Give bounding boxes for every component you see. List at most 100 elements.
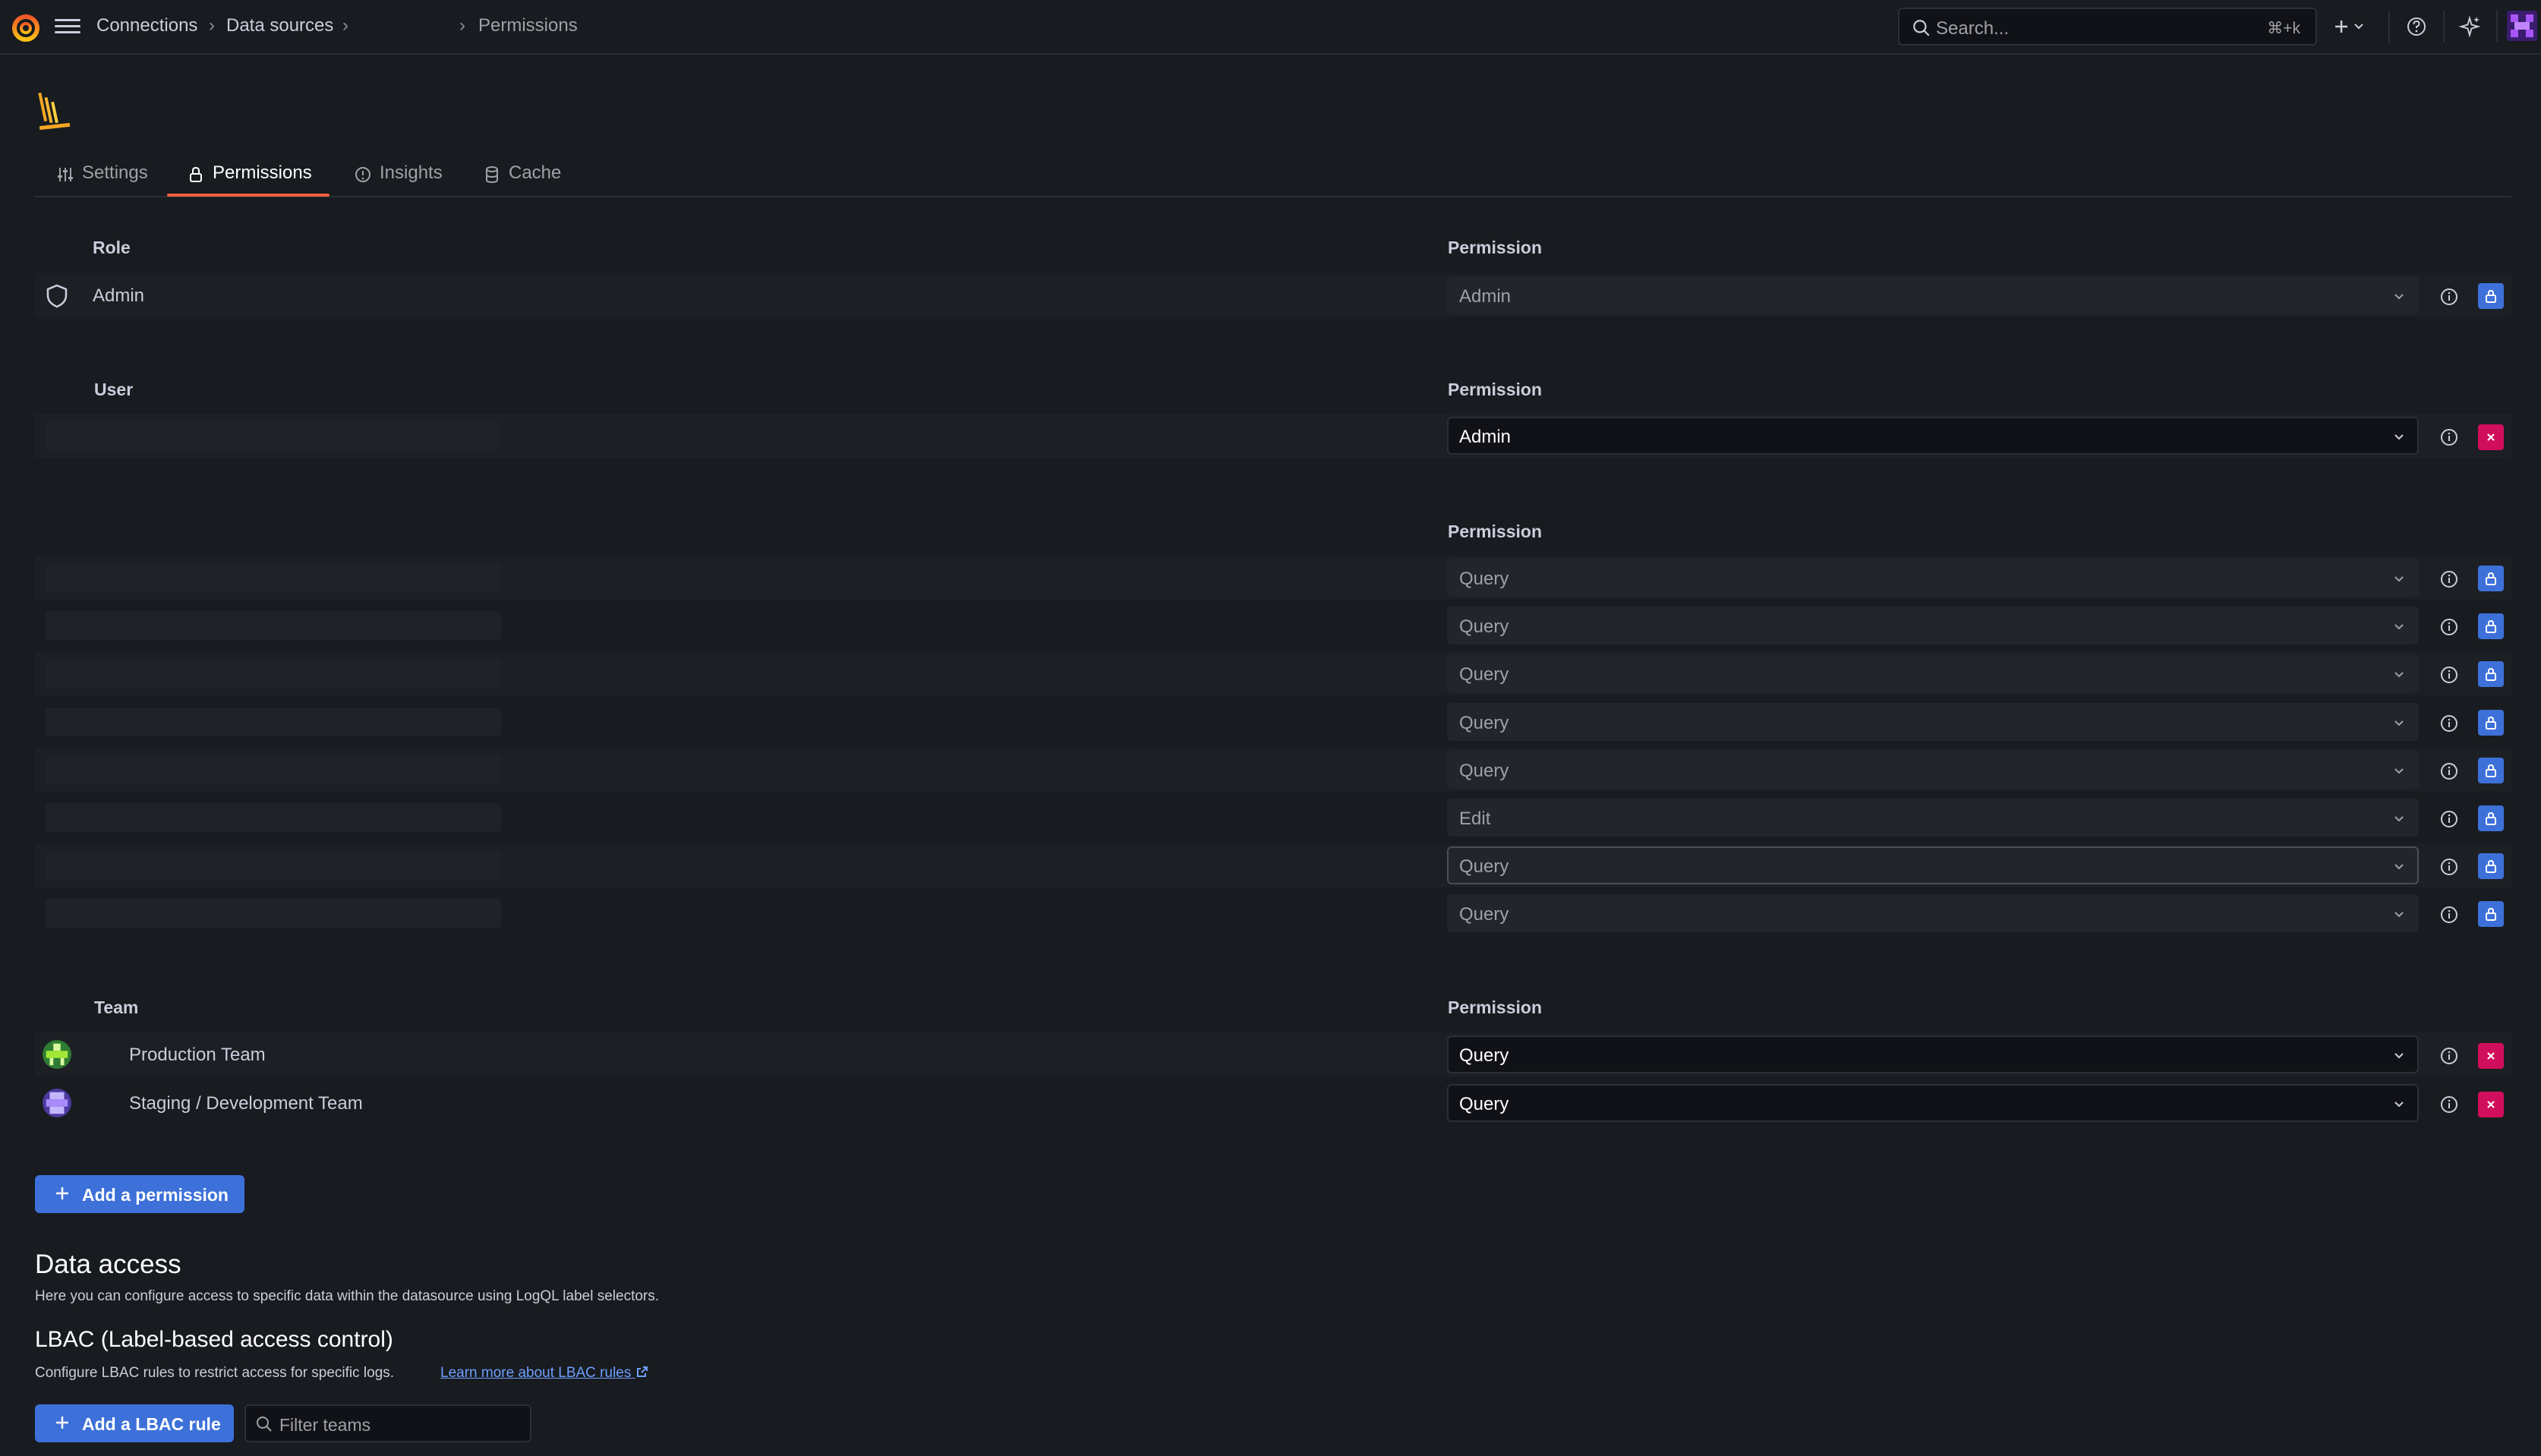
help-icon[interactable] [2404,14,2429,39]
filter-placeholder: Filter teams [279,1415,371,1435]
locked-permission-button[interactable] [2478,661,2504,687]
info-icon[interactable] [2439,856,2460,878]
info-icon[interactable] [2439,286,2460,307]
tab-label: Cache [509,162,562,183]
data-access-title: Data access [35,1250,181,1279]
role-name: Admin [93,285,145,306]
breadcrumb-separator: › [459,15,465,36]
permission-select-disabled: Admin [1447,276,2419,314]
search-input[interactable]: Search... ⌘+k [1898,8,2317,46]
chevron-down-icon [2394,816,2404,822]
permission-column-header: Permission [1448,238,1542,257]
role-column-header: Role [93,238,131,257]
info-icon[interactable] [2439,904,2460,925]
tab-settings[interactable]: Settings [56,162,170,197]
data-access-description: Here you can configure access to specifi… [35,1288,660,1304]
lbac-title: LBAC (Label-based access control) [35,1327,393,1352]
lbac-description: Configure LBAC rules to restrict access … [35,1365,395,1381]
chevron-down-icon [2394,434,2404,440]
locked-permission-button[interactable] [2478,805,2504,831]
locked-permission-button[interactable] [2478,710,2504,736]
chevron-down-icon [2394,624,2404,630]
search-placeholder: Search... [1936,18,2010,39]
divider [2496,11,2498,43]
add-permission-button[interactable]: Add a permission [35,1175,244,1213]
redacted-user [46,851,501,880]
permission-select-disabled: Query [1447,559,2419,597]
permission-value: Query [1459,856,1509,877]
remove-permission-button[interactable] [2478,1092,2504,1117]
search-shortcut: ⌘+k [2267,20,2300,37]
permission-value: Query [1459,761,1509,781]
user-avatar[interactable] [2507,11,2537,41]
permission-select-disabled: Query [1447,607,2419,644]
sliders-icon [58,168,73,181]
tab-insights[interactable]: Insights [354,162,475,197]
tab-bar: Settings Permissions Insights Cache [35,152,2511,197]
chevron-down-icon [2394,768,2404,774]
grafana-logo-icon[interactable] [9,11,43,44]
lock-icon [2486,812,2496,825]
locked-permission-button[interactable] [2478,283,2504,309]
database-icon [486,166,498,184]
remove-permission-button[interactable] [2478,1043,2504,1069]
info-icon[interactable] [2439,1045,2460,1067]
permission-value: Query [1459,664,1509,685]
info-icon[interactable] [2439,1094,2460,1115]
permission-value: Query [1459,616,1509,637]
chevron-down-icon [2394,1053,2404,1059]
breadcrumb-connections[interactable]: Connections [96,15,197,36]
chevron-down-icon [2394,912,2404,918]
plus-icon [56,1187,68,1199]
divider [2443,11,2445,43]
button-label: Add a permission [82,1185,229,1205]
lock-icon [190,166,202,182]
info-icon[interactable] [2439,808,2460,830]
permission-select-disabled: Query [1447,654,2419,692]
tab-label: Insights [380,162,443,183]
permission-value: Query [1459,713,1509,733]
chevron-down-icon [2394,864,2404,870]
permission-select[interactable]: Query [1447,1084,2419,1122]
ai-sparkle-icon[interactable] [2457,14,2483,39]
team-avatar [43,1040,71,1069]
locked-permission-button[interactable] [2478,853,2504,879]
filter-teams-input[interactable]: Filter teams [244,1404,531,1442]
locked-permission-button[interactable] [2478,758,2504,783]
lbac-learn-more-link[interactable]: Learn more about LBAC rules [440,1365,649,1382]
permission-select[interactable]: Query [1447,1035,2419,1073]
loki-datasource-logo-icon [38,92,71,131]
info-icon[interactable] [2439,569,2460,590]
remove-permission-button[interactable] [2478,424,2504,450]
add-lbac-rule-button[interactable]: Add a LBAC rule [35,1404,234,1442]
locked-permission-button[interactable] [2478,901,2504,927]
add-new-icon[interactable] [2332,14,2375,39]
plus-icon [56,1417,68,1429]
menu-icon[interactable] [55,15,80,38]
info-icon[interactable] [2439,427,2460,448]
info-icon[interactable] [2439,616,2460,638]
search-icon [1913,20,1930,36]
tab-permissions[interactable]: Permissions [187,162,339,197]
top-navbar: Connections › Data sources › › Permissio… [0,0,2541,55]
permission-value: Query [1459,904,1509,925]
button-label: Add a LBAC rule [82,1414,221,1434]
redacted-user [46,611,501,640]
breadcrumb-data-sources[interactable]: Data sources [226,15,333,36]
close-icon [2487,1101,2495,1108]
info-icon[interactable] [2439,664,2460,685]
permission-select-disabled: Query [1447,751,2419,789]
redacted-user [46,708,501,736]
locked-permission-button[interactable] [2478,613,2504,639]
info-icon[interactable] [2439,713,2460,734]
divider [2388,11,2390,43]
permission-select-disabled: Query [1447,703,2419,741]
lock-icon [2486,907,2496,921]
locked-permission-button[interactable] [2478,566,2504,591]
info-icon[interactable] [2439,761,2460,782]
redacted-user [46,659,501,688]
tab-cache[interactable]: Cache [483,162,589,197]
team-avatar [43,1089,71,1117]
chevron-down-icon [2394,294,2404,300]
permission-select[interactable]: Admin [1447,417,2419,455]
